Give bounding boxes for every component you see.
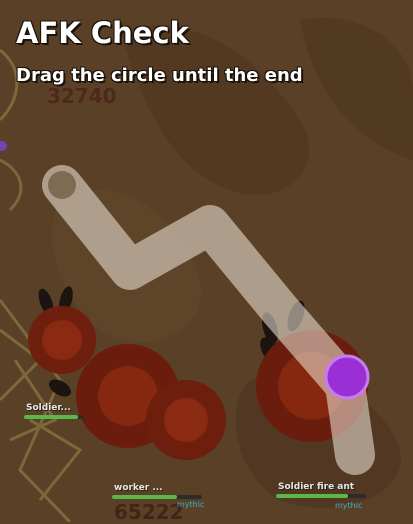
mob-name-label: Soldier... — [26, 403, 71, 413]
mob-health-fill — [24, 415, 78, 419]
afk-drag-handle[interactable] — [324, 354, 370, 400]
mob-health-fill — [112, 495, 177, 499]
score-popup: 32740 — [47, 84, 117, 108]
mob-health-bar — [112, 495, 202, 499]
mob-name-label: worker ... — [114, 483, 163, 493]
fire-ant-small — [28, 306, 96, 374]
mob-health-bar — [24, 415, 84, 419]
mob-name-label: Soldier fire ant — [278, 482, 355, 492]
afk-title: AFK Check — [16, 16, 189, 50]
mob-health-bar — [276, 494, 366, 498]
mob-health-fill — [276, 494, 348, 498]
score-popup: 65222 — [114, 500, 184, 524]
afk-path-start — [48, 171, 76, 199]
mob-rarity-label: mythic — [177, 500, 205, 509]
mob-rarity-label: mythic — [335, 501, 363, 510]
